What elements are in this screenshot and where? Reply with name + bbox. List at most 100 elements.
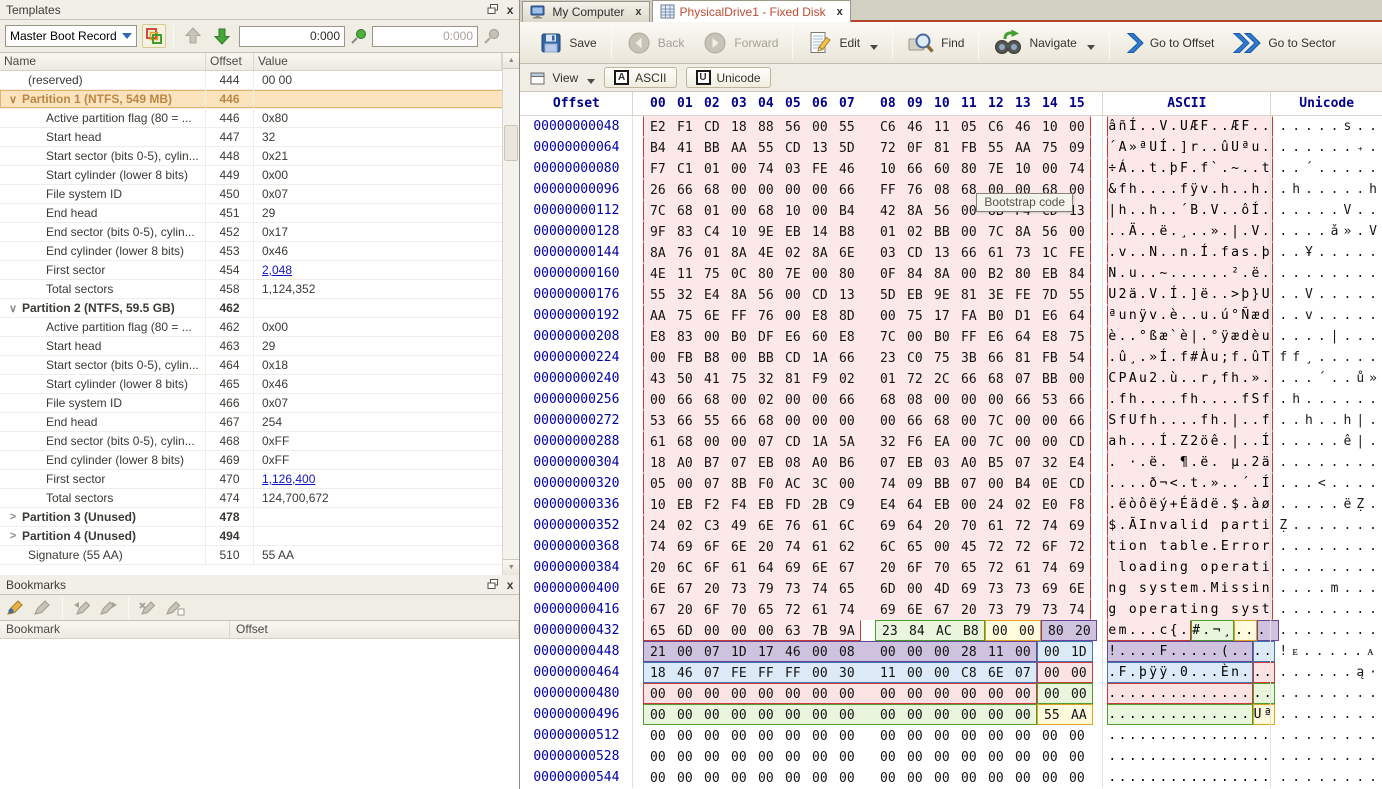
hex-byte[interactable]: 00 [1063, 768, 1090, 787]
hex-byte[interactable]: F1 [671, 117, 698, 136]
hex-byte[interactable]: 72 [1009, 516, 1036, 535]
ascii-segment-yellow[interactable]: .. [1234, 620, 1256, 641]
hex-byte[interactable]: 81 [779, 369, 806, 388]
hex-byte[interactable]: 70 [928, 558, 955, 577]
hex-byte[interactable]: 73 [725, 579, 752, 598]
hex-byte[interactable]: 1D [1065, 642, 1092, 661]
hex-byte[interactable]: 00 [806, 411, 833, 430]
hex-byte[interactable]: 8A [901, 201, 928, 220]
hex-byte[interactable]: C6 [860, 117, 901, 136]
hex-byte[interactable]: 6E [698, 306, 725, 325]
hex-byte[interactable]: 00 [955, 411, 982, 430]
hex-byte[interactable]: 50 [671, 369, 698, 388]
hex-byte[interactable]: 6C [671, 558, 698, 577]
hex-byte[interactable]: B5 [982, 453, 1009, 472]
hex-byte[interactable]: AC [779, 474, 806, 493]
hex-byte[interactable]: 03 [779, 159, 806, 178]
hex-byte[interactable]: 74 [806, 579, 833, 598]
hex-byte[interactable]: 3B [955, 348, 982, 367]
hex-byte[interactable]: 00 [698, 726, 725, 745]
hex-byte[interactable]: 6E [1063, 579, 1090, 598]
ascii-segment-pink[interactable]: .û¸.»Í.f#Àu;f.ûT [1107, 347, 1273, 368]
hex-byte[interactable]: 83 [671, 327, 698, 346]
hex-byte[interactable]: 00 [806, 642, 833, 661]
tab-my-computer[interactable]: My Computer x [522, 1, 649, 22]
hex-byte[interactable]: 00 [955, 432, 982, 451]
column-header-bookmark[interactable]: Bookmark [0, 621, 230, 638]
hex-byte[interactable]: 72 [779, 600, 806, 619]
hex-byte[interactable]: 00 [671, 747, 698, 766]
hex-byte[interactable]: B4 [833, 201, 860, 220]
hex-byte[interactable]: 73 [1009, 243, 1036, 262]
hex-byte[interactable]: EB [779, 222, 806, 241]
hex-byte[interactable]: 65 [752, 600, 779, 619]
hex-byte[interactable]: 8B [725, 474, 752, 493]
hex-byte[interactable]: A0 [671, 453, 698, 472]
next-item-button[interactable] [210, 24, 234, 48]
hex-byte[interactable]: 00 [725, 432, 752, 451]
ascii-segment-pink[interactable]: . ·.ë. ¶.ë. µ.2ä [1107, 452, 1273, 473]
hex-byte[interactable]: AA [1009, 138, 1036, 157]
unicode-text[interactable]: ........ [1270, 746, 1382, 767]
hex-byte[interactable]: 00 [982, 768, 1009, 787]
hex-byte[interactable]: 60 [806, 327, 833, 346]
hex-byte[interactable]: 6F [1036, 537, 1063, 556]
hex-byte[interactable]: F2 [698, 495, 725, 514]
hex-byte[interactable]: 65 [955, 558, 982, 577]
hex-byte[interactable]: 07 [698, 663, 725, 682]
hex-byte[interactable]: 74 [1063, 600, 1090, 619]
hex-byte[interactable]: 80 [1042, 621, 1069, 640]
unicode-text[interactable]: .h.....h [1270, 179, 1382, 200]
hex-byte[interactable]: EB [752, 495, 779, 514]
hex-byte[interactable]: 00 [671, 684, 698, 703]
hex-byte[interactable]: 72 [860, 138, 901, 157]
ascii-segment-pink[interactable]: loading operati [1107, 557, 1273, 578]
hex-byte[interactable]: 00 [806, 768, 833, 787]
expand-icon[interactable]: > [4, 511, 22, 523]
hex-byte[interactable]: 00 [901, 768, 928, 787]
hex-byte[interactable]: 20 [860, 558, 901, 577]
next-bookmark-icon[interactable] [99, 599, 119, 616]
hex-byte[interactable]: 67 [833, 558, 860, 577]
unicode-text[interactable]: ..´..... [1270, 158, 1382, 179]
hex-byte[interactable]: 70 [955, 516, 982, 535]
close-panel-icon[interactable]: x [507, 579, 514, 591]
hex-byte[interactable]: 02 [671, 516, 698, 535]
hex-byte[interactable]: 7C [644, 201, 671, 220]
hex-byte[interactable]: E6 [1036, 306, 1063, 325]
goto-offset-button[interactable]: Go to Offset [1115, 28, 1223, 58]
template-row[interactable]: Active partition flag (80 = ...4460x80 [0, 109, 519, 128]
hex-byte[interactable]: 00 [644, 390, 671, 409]
hex-byte[interactable]: 0E [1036, 474, 1063, 493]
hex-byte[interactable]: 00 [955, 264, 982, 283]
hex-byte[interactable]: 61 [806, 537, 833, 556]
unicode-text[interactable]: ..V..... [1270, 284, 1382, 305]
hex-byte[interactable]: 69 [1063, 558, 1090, 577]
template-row[interactable]: File system ID4500x07 [0, 185, 519, 204]
hex-byte[interactable]: 00 [1036, 726, 1063, 745]
unicode-text[interactable]: ........ [1270, 557, 1382, 578]
hex-byte[interactable]: 00 [982, 726, 1009, 745]
forward-button[interactable]: Forward [693, 27, 787, 59]
hex-byte[interactable]: 07 [955, 474, 982, 493]
hex-byte[interactable]: 66 [1063, 390, 1090, 409]
dropdown-arrow-icon[interactable] [870, 45, 878, 50]
hex-byte[interactable]: 13 [833, 285, 860, 304]
hex-byte[interactable]: 00 [1009, 684, 1036, 703]
hex-byte[interactable]: 66 [901, 159, 928, 178]
unicode-text[interactable]: ......ą· [1270, 662, 1382, 683]
hex-byte[interactable]: 00 [1065, 684, 1092, 703]
hex-byte[interactable]: 00 [725, 768, 752, 787]
hex-byte[interactable]: E8 [644, 327, 671, 346]
hex-byte[interactable]: 5A [833, 432, 860, 451]
ascii-segment-green[interactable]: .............. [1107, 704, 1252, 725]
hex-byte[interactable]: 00 [806, 390, 833, 409]
hex-byte[interactable]: 00 [955, 222, 982, 241]
hex-byte[interactable]: 64 [1009, 327, 1036, 346]
hex-byte[interactable]: 00 [982, 747, 1009, 766]
hex-byte[interactable]: 55 [752, 138, 779, 157]
collapse-icon[interactable]: ∨ [4, 93, 22, 106]
hex-byte[interactable]: 69 [955, 579, 982, 598]
hex-byte[interactable]: A0 [806, 453, 833, 472]
hex-byte[interactable]: 00 [752, 621, 779, 640]
